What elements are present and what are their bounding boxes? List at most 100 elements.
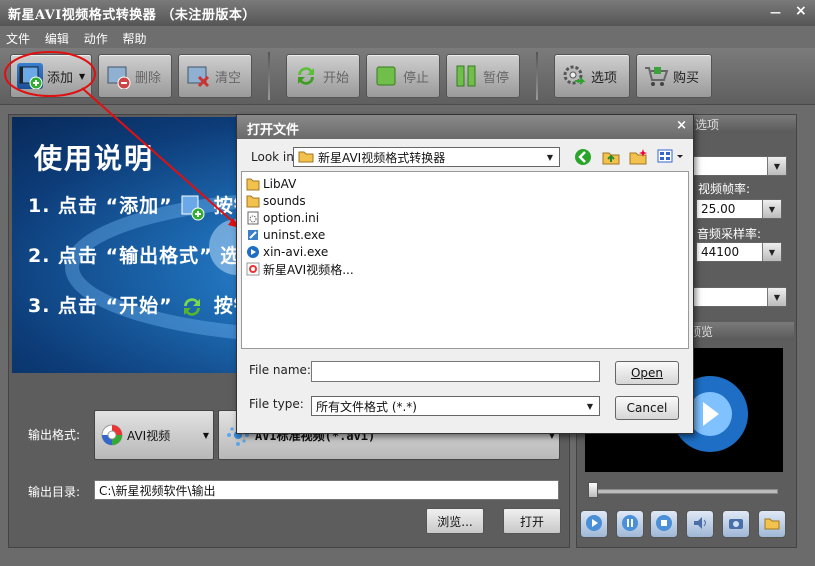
clear-button[interactable]: 清空 (178, 54, 252, 98)
ini-file-icon (246, 211, 260, 225)
file-name: uninst.exe (263, 228, 326, 242)
toolbar-separator (536, 52, 538, 100)
audio-rate-select[interactable]: 44100 ▼ (696, 242, 782, 262)
start-button[interactable]: 开始 (286, 54, 360, 98)
folder-icon (246, 177, 260, 191)
window-title: 新星AVI视频格式转换器 （未注册版本） (8, 8, 256, 23)
chevron-down-icon: ▼ (767, 288, 786, 306)
clear-button-label: 清空 (215, 70, 242, 86)
seek-handle[interactable] (588, 482, 598, 498)
convert-refresh-icon (293, 63, 319, 89)
play-button[interactable] (580, 510, 608, 538)
toolbar-separator (268, 52, 270, 100)
close-window-button[interactable]: × (795, 3, 807, 19)
avi-video-icon (101, 424, 123, 446)
delete-button[interactable]: 删除 (98, 54, 172, 98)
browse-button[interactable]: 浏览... (426, 508, 484, 534)
option-select-2[interactable]: ▼ (684, 287, 787, 307)
output-format-select[interactable]: AVI视频 ▼ (94, 410, 214, 460)
chevron-down-icon: ▼ (202, 430, 209, 440)
video-fps-select[interactable]: 25.00 ▼ (696, 199, 782, 219)
chevron-down-icon: ▼ (762, 243, 781, 261)
back-icon[interactable] (574, 148, 592, 169)
add-dropdown-arrow-icon[interactable]: ▼ (79, 72, 85, 81)
add-video-icon (180, 193, 206, 221)
pause-button[interactable]: 暂停 (446, 54, 520, 98)
pause-icon (453, 63, 479, 89)
add-button-label: 添加 (47, 70, 74, 86)
stop-button[interactable]: 停止 (366, 54, 440, 98)
list-item[interactable]: sounds (246, 193, 306, 209)
open-button[interactable]: Open (615, 361, 679, 385)
delete-button-label: 删除 (135, 70, 162, 86)
menu-action[interactable]: 动作 (78, 26, 113, 47)
pause-preview-button[interactable] (616, 510, 644, 538)
option-select-1[interactable]: ▼ (684, 156, 787, 176)
gear-icon (561, 63, 587, 89)
chevron-down-icon: ▼ (767, 157, 786, 175)
shopping-cart-icon (643, 63, 669, 89)
file-type-value: 所有文件格式 (*.*) (316, 399, 417, 414)
add-button[interactable]: 添加 ▼ (10, 54, 92, 98)
open-button-label: Open (630, 366, 664, 380)
list-item[interactable]: LibAV (246, 176, 296, 192)
chevron-down-icon: ▼ (541, 148, 559, 166)
look-in-value: 新星AVI视频格式转换器 (318, 150, 446, 165)
file-name-input[interactable] (311, 361, 600, 382)
list-item[interactable]: uninst.exe (246, 227, 325, 243)
app-icon (246, 245, 260, 259)
output-format-value: AVI视频 (127, 428, 171, 443)
output-dir-label: 输出目录: (28, 485, 81, 499)
folder-icon (246, 194, 260, 208)
buy-button[interactable]: 购买 (636, 54, 712, 98)
dialog-close-button[interactable]: × (676, 118, 687, 133)
up-folder-icon[interactable] (602, 148, 620, 169)
snapshot-button[interactable] (722, 510, 750, 538)
view-menu-icon[interactable] (657, 148, 687, 169)
stop-preview-button[interactable] (650, 510, 678, 538)
open-file-dialog: 打开文件 × Look in: 新星AVI视频格式转换器 ▼ LibAV sou… (236, 114, 694, 434)
open-output-button[interactable]: 打开 (503, 508, 561, 534)
chevron-down-icon: ▼ (581, 397, 599, 415)
file-name: option.ini (263, 211, 320, 225)
look-in-select[interactable]: 新星AVI视频格式转换器 ▼ (293, 147, 560, 167)
menu-edit[interactable]: 编辑 (39, 26, 74, 47)
instruction-step-3: 3. 点击 “开始” 按钮 (28, 291, 254, 321)
instructions-heading: 使用说明 (34, 142, 155, 175)
instruction-step-2: 2. 点击 “输出格式” 选项 (28, 245, 261, 267)
open-folder-button[interactable] (758, 510, 786, 538)
new-folder-icon[interactable] (629, 148, 647, 169)
dialog-title-bar: 打开文件 × (237, 115, 693, 139)
pause-button-label: 暂停 (483, 70, 510, 86)
uninstaller-icon (246, 228, 260, 242)
menu-bar: 文件 编辑 动作 帮助 (0, 26, 815, 48)
menu-help[interactable]: 帮助 (117, 26, 152, 47)
seek-bar[interactable] (590, 489, 778, 494)
chevron-down-icon: ▼ (762, 200, 781, 218)
file-list: LibAV sounds option.ini uninst.exe xin-a… (241, 171, 689, 349)
file-type-select[interactable]: 所有文件格式 (*.*) ▼ (311, 396, 600, 416)
output-dir-input[interactable]: C:\新星视频软件\输出 (94, 480, 559, 500)
stop-icon (373, 63, 399, 89)
speaker-icon (691, 514, 709, 535)
list-item[interactable]: option.ini (246, 210, 319, 226)
volume-button[interactable] (686, 510, 714, 538)
shortcut-icon (246, 262, 260, 276)
list-item[interactable]: xin-avi.exe (246, 244, 328, 260)
audio-rate-value: 44100 (701, 245, 740, 259)
file-type-label: File type: (249, 397, 304, 411)
cancel-button[interactable]: Cancel (615, 396, 679, 420)
minimize-button[interactable]: — (770, 6, 781, 19)
step-3-text: 3. 点击 “开始” (28, 295, 173, 317)
file-name: LibAV (263, 177, 297, 191)
toolbar: 添加 ▼ 删除 清空 开始 停止 暂停 选项 购买 (0, 48, 815, 105)
clear-list-icon (185, 63, 211, 89)
menu-file[interactable]: 文件 (0, 26, 35, 47)
options-button[interactable]: 选项 (554, 54, 630, 98)
camera-icon (727, 514, 745, 535)
stop-button-label: 停止 (403, 70, 430, 86)
output-format-label: 输出格式: (28, 428, 81, 442)
options-button-label: 选项 (591, 70, 618, 86)
stop-icon (655, 514, 673, 535)
list-item[interactable]: 新星AVI视频格... (246, 261, 354, 277)
